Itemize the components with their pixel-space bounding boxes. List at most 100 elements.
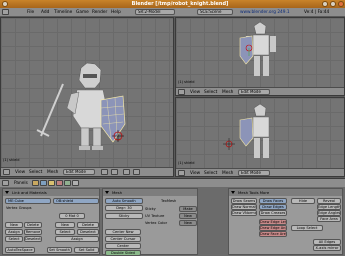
stats-label: Ve:4 | Fa:44 bbox=[304, 10, 330, 15]
object-context-icon[interactable] bbox=[56, 180, 63, 186]
menu-timeline[interactable]: Timeline bbox=[54, 10, 72, 15]
scene-selector[interactable]: SCE:Scene bbox=[197, 9, 233, 15]
viewport-main[interactable]: (1) shield View Select Mesh Edit Mode bbox=[0, 17, 174, 177]
object-name-field[interactable]: OB:shield bbox=[53, 198, 99, 204]
screen-selector[interactable]: SR:2-Model bbox=[135, 9, 175, 15]
menu-file[interactable]: File bbox=[27, 10, 34, 15]
knight-model bbox=[36, 62, 126, 150]
menu-view[interactable]: View bbox=[190, 171, 200, 176]
layer-icon[interactable] bbox=[133, 169, 140, 175]
vertex-groups-label: Vertex Groups bbox=[6, 206, 32, 210]
script-icon[interactable] bbox=[40, 180, 47, 186]
close-icon[interactable] bbox=[338, 1, 344, 7]
center-new-button[interactable]: Center New bbox=[105, 229, 141, 235]
menu-view[interactable]: View bbox=[190, 90, 200, 95]
viewport-bottom-right[interactable]: (1) shield View Select Mesh Edit Mode bbox=[175, 97, 345, 177]
center-button[interactable]: Center bbox=[105, 243, 141, 249]
logic-icon[interactable] bbox=[32, 180, 39, 186]
menu-add[interactable]: Add bbox=[41, 10, 49, 15]
minimize-icon[interactable] bbox=[322, 1, 328, 7]
draw-face-areas-toggle[interactable]: Draw Face Areas bbox=[259, 231, 287, 237]
mode-selector[interactable]: Edit Mode bbox=[238, 170, 270, 176]
viewport-header: View Select Mesh Edit Mode bbox=[176, 168, 344, 176]
degr-field[interactable]: Degr: 30 bbox=[105, 205, 143, 211]
mesh-name-field[interactable]: ME:Cube bbox=[5, 198, 51, 204]
vgroup-select-button[interactable]: Select bbox=[5, 236, 23, 242]
knight-side-view bbox=[223, 103, 270, 158]
editor-type-icon[interactable] bbox=[178, 170, 185, 176]
new-uv-button[interactable]: New bbox=[179, 213, 197, 219]
viewport-object-name: (1) shield bbox=[3, 158, 20, 162]
menu-select[interactable]: Select bbox=[29, 170, 42, 175]
menu-view[interactable]: View bbox=[15, 170, 25, 175]
buttons-window-header: Panels bbox=[0, 178, 345, 187]
set-smooth-button[interactable]: Set Smooth bbox=[47, 247, 72, 253]
menu-mesh[interactable]: Mesh bbox=[47, 170, 58, 175]
mesh-panel: Mesh Auto Smooth TexMesh Degr: 30 Sticky… bbox=[102, 188, 198, 256]
viewport-header: View Select Mesh Edit Mode bbox=[1, 167, 173, 176]
sticky-button[interactable]: Sticky bbox=[105, 213, 143, 219]
collapse-icon[interactable] bbox=[231, 191, 235, 194]
material-index-field[interactable]: 0 Mat 0 bbox=[59, 213, 85, 219]
menu-mesh[interactable]: Mesh bbox=[222, 171, 233, 176]
maximize-icon[interactable] bbox=[330, 1, 336, 7]
scene-context-icon[interactable] bbox=[72, 180, 79, 186]
vgroup-assign-button[interactable]: Assign bbox=[5, 229, 23, 235]
center-cursor-button[interactable]: Center Cursor bbox=[105, 236, 141, 242]
window-title: Blender [/tmp/robot_knight.blend] bbox=[131, 1, 229, 7]
mode-selector[interactable]: Edit Mode bbox=[63, 169, 95, 175]
make-button[interactable]: Make bbox=[179, 206, 197, 212]
editor-type-icon[interactable] bbox=[178, 89, 185, 95]
loop-select-dropdown[interactable]: Loop Select bbox=[291, 225, 323, 231]
viewport-object-name: (1) shield bbox=[178, 80, 195, 84]
menu-select[interactable]: Select bbox=[204, 90, 217, 95]
material-delete-button[interactable]: Delete bbox=[77, 222, 99, 228]
auto-smooth-toggle[interactable]: Auto Smooth bbox=[105, 198, 143, 204]
editor-type-icon[interactable] bbox=[3, 169, 10, 175]
collapse-icon[interactable] bbox=[105, 191, 109, 194]
editing-context-icon[interactable] bbox=[64, 180, 71, 186]
material-new-button[interactable]: New bbox=[55, 222, 75, 228]
autotexspace-button[interactable]: AutoTexSpace bbox=[5, 247, 35, 253]
hide-button[interactable]: Hide bbox=[291, 198, 315, 204]
panel-title: Mesh Tools More bbox=[238, 190, 270, 195]
material-deselect-button[interactable]: Deselect bbox=[77, 229, 99, 235]
editor-type-icon[interactable] bbox=[2, 180, 9, 186]
panels-menu[interactable]: Panels bbox=[14, 181, 28, 186]
mesh-tools-panel: Mesh Tools More Draw Faces Draw Edges Dr… bbox=[228, 188, 343, 255]
material-select-button[interactable]: Select bbox=[55, 229, 75, 235]
manipulator-icon[interactable] bbox=[123, 169, 130, 175]
menu-help[interactable]: Help bbox=[111, 10, 121, 15]
uv-texture-label: UV Texture bbox=[145, 214, 165, 218]
menu-mesh[interactable]: Mesh bbox=[222, 90, 233, 95]
sticky-label: Sticky bbox=[145, 207, 156, 211]
menu-render[interactable]: Render bbox=[92, 10, 107, 15]
pivot-icon[interactable] bbox=[111, 169, 118, 175]
draw-creases-toggle[interactable]: Draw Creases bbox=[259, 210, 287, 216]
menu-game[interactable]: Game bbox=[76, 10, 89, 15]
double-sided-toggle[interactable]: Double Sided bbox=[105, 250, 141, 256]
viewport-top-right[interactable]: (1) shield View Select Mesh Edit Mode bbox=[175, 17, 345, 96]
vgroup-new-button[interactable]: New bbox=[5, 222, 23, 228]
vgroup-deselect-button[interactable]: Deselect bbox=[24, 236, 42, 242]
panel-title: Link and Materials bbox=[12, 190, 47, 195]
shading-icon[interactable] bbox=[101, 169, 108, 175]
set-solid-button[interactable]: Set Solid bbox=[74, 247, 99, 253]
vertex-color-label: Vertex Color bbox=[145, 221, 168, 225]
vgroup-remove-button[interactable]: Remove bbox=[24, 229, 42, 235]
x-axis-mirror-toggle[interactable]: X-axis mirror bbox=[313, 245, 341, 251]
material-assign-button[interactable]: Assign bbox=[55, 236, 99, 242]
link-materials-panel: Link and Materials ME:Cube OB:shield Ver… bbox=[2, 188, 100, 255]
menu-select[interactable]: Select bbox=[204, 171, 217, 176]
viewport-header: View Select Mesh Edit Mode bbox=[176, 87, 344, 95]
face-area-toggle[interactable]: Face Area bbox=[317, 216, 341, 222]
mode-selector[interactable]: Edit Mode bbox=[238, 89, 270, 95]
collapse-icon[interactable] bbox=[5, 191, 9, 194]
draw-vnormals-toggle[interactable]: Draw VNormals bbox=[231, 210, 257, 216]
vgroup-delete-button[interactable]: Delete bbox=[24, 222, 42, 228]
shading-context-icon[interactable] bbox=[48, 180, 55, 186]
main-header: File Add Timeline Game Render Help SR:2-… bbox=[0, 8, 345, 17]
window-menu-icon[interactable] bbox=[2, 1, 8, 7]
editor-type-icon[interactable] bbox=[2, 9, 9, 15]
new-vcol-button[interactable]: New bbox=[179, 220, 197, 226]
